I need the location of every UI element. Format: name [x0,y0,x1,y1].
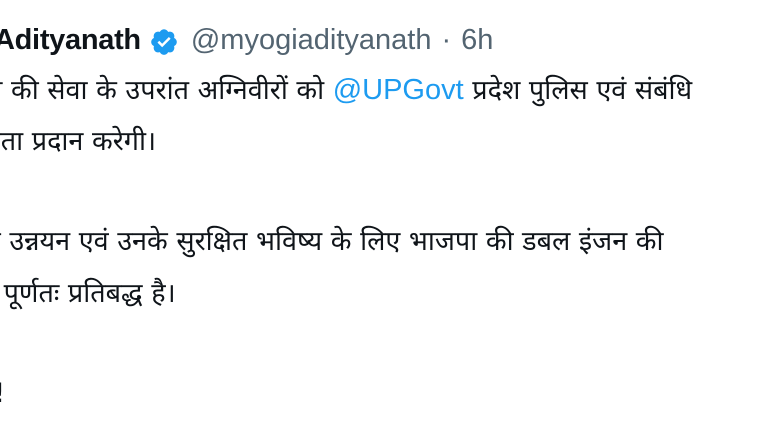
tweet-card: Adityanath @myogiadityanath · 6h ती की स… [0,0,768,432]
paragraph-2-line-1: के उन्नयन एवं उनके सुरक्षित भविष्य के लि… [0,226,664,257]
mention-link-upgovt[interactable]: @UPGovt [333,74,464,106]
text-segment: ती की सेवा के उपरांत अग्निवीरों को [0,75,333,106]
paragraph-1-line-2: कता प्रदान करेगी। [0,126,157,157]
paragraph-3-line-1: द! [0,368,768,420]
author-display-name[interactable]: Adityanath [0,18,141,62]
text-segment: प्रदेश पुलिस एवं संबंधि [463,75,693,106]
tweet-header: Adityanath @myogiadityanath · 6h [0,18,493,62]
tweet-text: ती की सेवा के उपरांत अग्निवीरों को @UPGo… [0,64,768,420]
paragraph-1-line-1: ती की सेवा के उपरांत अग्निवीरों को @UPGo… [0,64,768,116]
header-separator: · [441,24,452,56]
tweet-timestamp[interactable]: 6h [461,18,493,62]
paragraph-2-line-2: व पूर्णतः प्रतिबद्ध है। [0,278,176,309]
author-handle[interactable]: @myogiadityanath [191,18,432,62]
verified-badge-icon [149,25,179,55]
